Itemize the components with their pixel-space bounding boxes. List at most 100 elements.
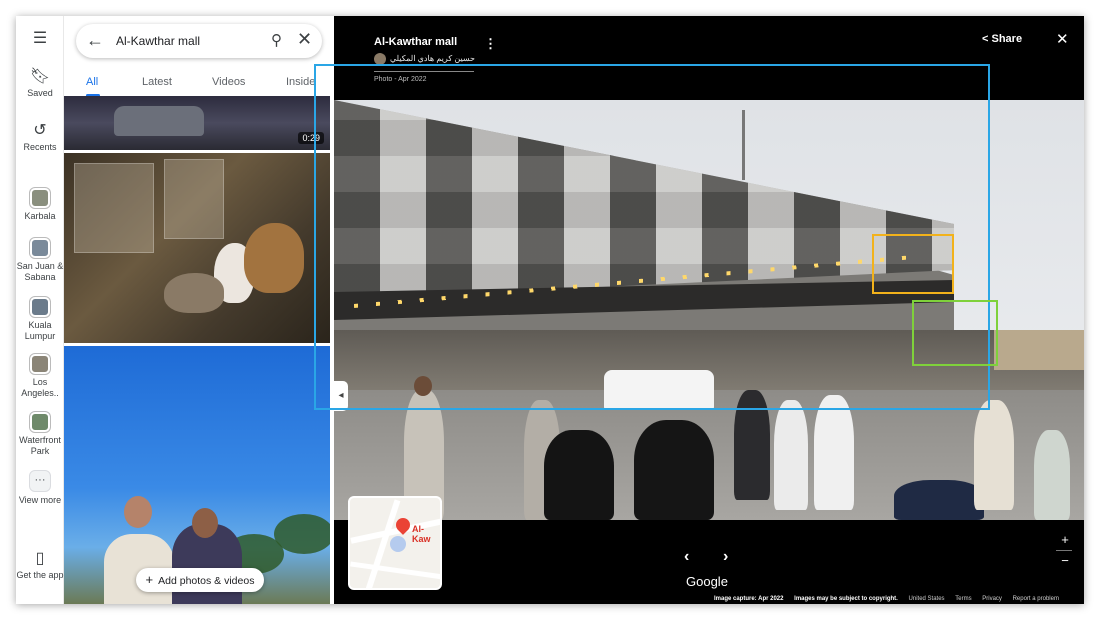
image-capture-date: Image capture: Apr 2022 — [714, 596, 784, 602]
pedestrian-abaya — [544, 430, 614, 520]
photo-viewer: Al-Kawthar mall ⋮ حسين كريم هادي المكيلي… — [334, 16, 1084, 604]
rail-item-label: Kuala Lumpur — [24, 320, 56, 341]
place-thumbnail-icon — [30, 354, 50, 374]
left-rail: ☰ 🔖︎ Saved ↺ Recents Karbala San Juan & … — [16, 16, 64, 604]
pedestrian — [894, 480, 984, 520]
rail-item-kuala-lumpur[interactable]: Kuala Lumpur — [16, 297, 64, 342]
pegman-icon — [390, 536, 406, 552]
chevron-left-icon: ◂ — [338, 390, 344, 401]
pedestrian — [774, 400, 808, 510]
person-head — [192, 508, 218, 538]
place-thumbnail-icon — [30, 188, 50, 208]
previous-photo-button[interactable]: ‹ — [684, 548, 689, 566]
rail-item-label: Get the app — [16, 570, 64, 580]
add-photos-label: Add photos & videos — [158, 575, 255, 587]
rail-item-label: Saved — [27, 88, 53, 98]
footer-bar: Image capture: Apr 2022 Images may be su… — [714, 596, 1059, 602]
pedestrian-head — [414, 376, 432, 396]
tab-videos[interactable]: Videos — [212, 76, 245, 88]
photo-author[interactable]: حسين كريم هادي المكيلي — [374, 53, 475, 67]
rail-item-waterfront-park[interactable]: Waterfront Park — [16, 412, 64, 457]
photo-date: Photo - Apr 2022 — [374, 76, 427, 83]
video-duration: 0:29 — [298, 132, 324, 144]
tab-inside[interactable]: Inside — [286, 76, 315, 88]
rail-item-label: Los Angeles.. — [21, 377, 59, 398]
rail-item-label: Waterfront Park — [19, 435, 61, 456]
mini-map[interactable]: Al-Kaw — [348, 496, 442, 590]
author-avatar — [374, 53, 386, 65]
footer-region[interactable]: United States — [909, 596, 945, 602]
search-icon[interactable]: ⚲ — [271, 31, 282, 49]
place-thumbnail-icon — [30, 238, 50, 258]
video-thumbnail[interactable]: 0:29 — [64, 96, 330, 150]
lion-figure — [244, 223, 304, 293]
person-head — [124, 496, 152, 528]
rail-item-label: Recents — [23, 142, 57, 152]
google-logo: Google — [686, 574, 728, 589]
fox-figure — [164, 273, 224, 313]
photos-panel: ← Al-Kawthar mall ⚲ ✕ All Latest Videos … — [64, 16, 334, 604]
zoom-out-button[interactable]: − — [1058, 553, 1072, 568]
collapse-panel-button[interactable]: ◂ — [334, 381, 348, 411]
rail-item-los-angeles[interactable]: Los Angeles.. — [16, 354, 64, 399]
search-input[interactable]: Al-Kawthar mall — [116, 34, 200, 48]
tab-latest[interactable]: Latest — [142, 76, 172, 88]
copyright-notice: Images may be subject to copyright. — [794, 596, 898, 602]
rail-item-recents[interactable]: ↺ Recents — [16, 122, 64, 153]
rail-item-get-app[interactable]: ▯ Get the app — [16, 550, 64, 581]
rail-item-view-more[interactable]: ··· View more — [16, 470, 64, 506]
back-arrow-icon[interactable]: ← — [86, 30, 104, 51]
pedestrian-abaya — [634, 420, 714, 520]
share-label: Share — [991, 33, 1023, 45]
place-thumbnail-icon — [30, 297, 50, 317]
photo-thumbnail-taxidermy[interactable] — [64, 153, 330, 343]
app-window: ☰ 🔖︎ Saved ↺ Recents Karbala San Juan & … — [16, 16, 1084, 604]
rail-item-label: San Juan & Sabana — [16, 261, 64, 282]
palm-tree — [274, 514, 330, 554]
zoom-divider — [1056, 550, 1072, 551]
rail-item-karbala[interactable]: Karbala — [16, 188, 64, 222]
rail-item-saved[interactable]: 🔖︎ Saved — [16, 68, 64, 99]
footer-terms-link[interactable]: Terms — [955, 596, 971, 602]
photo-tabs: All Latest Videos Inside — [64, 72, 334, 98]
street-photo[interactable]: ◂ — [334, 100, 1084, 520]
clear-search-icon[interactable]: ✕ — [297, 29, 312, 50]
next-photo-button[interactable]: › — [723, 548, 728, 566]
place-thumbnail-icon — [30, 412, 50, 432]
bookmark-icon: 🔖︎ — [29, 68, 51, 85]
antenna-pole — [742, 110, 745, 180]
display-shelf — [164, 159, 224, 239]
zoom-in-button[interactable]: + — [1058, 532, 1072, 547]
phone-icon: ▯ — [35, 550, 45, 567]
car-shape — [114, 106, 204, 136]
more-options-icon[interactable]: ⋮ — [484, 36, 497, 52]
search-box[interactable]: ← Al-Kawthar mall ⚲ ✕ — [76, 24, 322, 58]
photo-thumbnail-people[interactable] — [64, 346, 330, 604]
share-button[interactable]: < Share — [982, 33, 1022, 45]
footer-report-link[interactable]: Report a problem — [1013, 596, 1059, 602]
divider — [374, 71, 474, 72]
footer-privacy-link[interactable]: Privacy — [982, 596, 1002, 602]
place-title[interactable]: Al-Kawthar mall — [374, 36, 457, 48]
plus-icon: + — [145, 572, 154, 587]
close-icon[interactable]: ✕ — [1056, 30, 1069, 48]
more-icon: ··· — [29, 470, 51, 492]
distant-building — [994, 330, 1084, 370]
pedestrian — [814, 395, 854, 510]
history-icon: ↺ — [33, 122, 47, 139]
rail-item-label: View more — [18, 495, 62, 505]
map-place-label: Al-Kaw — [412, 524, 431, 544]
pedestrian-child — [1034, 430, 1070, 520]
pedestrian — [734, 390, 770, 500]
white-truck — [604, 370, 714, 410]
tab-all[interactable]: All — [86, 76, 98, 88]
map-road — [350, 561, 440, 580]
author-name: حسين كريم هادي المكيلي — [390, 54, 475, 64]
menu-button[interactable]: ☰ — [16, 30, 64, 50]
hamburger-menu-icon: ☰ — [32, 30, 48, 47]
add-photos-button[interactable]: + Add photos & videos — [136, 568, 264, 592]
rail-item-san-juan[interactable]: San Juan & Sabana — [16, 238, 64, 283]
pedestrian — [974, 400, 1014, 510]
display-shelf — [74, 163, 154, 253]
rail-item-label: Karbala — [24, 211, 56, 221]
